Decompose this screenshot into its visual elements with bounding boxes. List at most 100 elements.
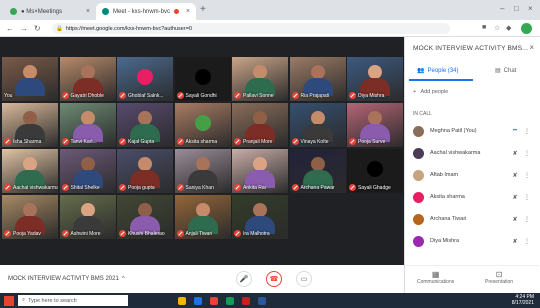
microphone-button[interactable]: 🎤 [236, 271, 252, 287]
close-tab-icon[interactable]: × [81, 8, 90, 15]
chrome-browser-icon[interactable] [210, 296, 218, 305]
edge-browser-icon[interactable] [194, 296, 202, 305]
participant-row[interactable]: Diya Mishra ✘ ⋮ [405, 231, 539, 251]
camera-permission-icon[interactable]: ■ [482, 24, 486, 31]
store-icon[interactable] [226, 296, 234, 305]
participant-tile[interactable]: Gayatri Dhoble [59, 57, 116, 101]
participant-name-text: Kajal Gupta [128, 138, 155, 145]
media-app-icon[interactable] [242, 296, 250, 305]
participant-row[interactable]: Archana Tiwari ✘ ⋮ [405, 209, 539, 229]
close-tab-icon[interactable]: × [181, 8, 190, 15]
maximize-icon[interactable]: □ [514, 4, 519, 13]
participant-tile[interactable]: Archana Pawar [289, 149, 346, 193]
lock-icon: 🔒 [56, 25, 63, 32]
participant-tile[interactable]: You [2, 57, 58, 101]
present-now-button[interactable]: ⊡ Presentation [485, 270, 513, 285]
new-tab-icon[interactable]: + [200, 4, 206, 15]
participant-name-text: Ghoblaf Salnk... [128, 92, 164, 99]
participant-tile[interactable]: Ghoblaf Salnk... [117, 57, 173, 101]
taskbar-clock[interactable]: 4:24 PM 8/17/2021 [512, 294, 534, 306]
participant-tile[interactable]: Aksita sharma [174, 103, 231, 147]
participant-name: Aksita sharma [176, 138, 217, 145]
muted-mic-icon [176, 184, 184, 191]
participant-avatar [367, 161, 383, 177]
participant-name-text: Gayatri Dhoble [70, 92, 104, 99]
participant-tile[interactable]: Ira Malhotra [232, 195, 288, 239]
participant-tile[interactable]: Pallavi Sonne [232, 57, 288, 101]
muted-mic-icon [176, 230, 184, 237]
browser-tab-meetings[interactable]: ● Ms×Meetings × [4, 3, 96, 20]
profile-avatar[interactable] [521, 23, 532, 34]
participant-tile[interactable]: Pranjali More [232, 103, 288, 147]
tab-people-label: People (34) [427, 67, 459, 74]
more-options-icon[interactable]: ⋮ [522, 150, 532, 157]
participant-name: Anjali Tiwari [176, 230, 212, 237]
participant-tile[interactable]: Pooja Yadav [2, 195, 58, 239]
chevron-up-icon[interactable]: ^ [122, 276, 125, 282]
camera-button[interactable]: ▭ [296, 271, 312, 287]
participant-name: Aachal vishwakarma [4, 184, 58, 191]
participant-name: Isha Sharma [4, 138, 41, 145]
mic-off-icon: ✘ [512, 150, 518, 157]
minimize-icon[interactable]: – [500, 4, 504, 13]
participant-tile[interactable]: Ashwini More [59, 195, 116, 239]
close-window-icon[interactable]: × [528, 4, 533, 13]
participant-row[interactable]: Aksita sharma ✘ ⋮ [405, 187, 539, 207]
more-options-icon[interactable]: ⋮ [522, 216, 532, 223]
browser-toolbar: ← → ↻ 🔒 https://meet.google.com/kxs-hnwm… [0, 20, 540, 37]
participant-name-text: Aachal vishwakarma [13, 184, 58, 191]
participant-tile[interactable]: Kajal Gupta [117, 103, 173, 147]
participant-tile[interactable]: Sayali Ghadge [347, 149, 403, 193]
taskbar-search-input[interactable]: ⌕ Type here to search [18, 295, 128, 306]
address-bar[interactable]: 🔒 https://meet.google.com/kxs-hnwm-bvc?a… [52, 23, 450, 34]
participant-tile[interactable]: Anjali Tiwari [174, 195, 231, 239]
participant-tile[interactable]: Shital Shelke [59, 149, 116, 193]
communications-button[interactable]: ▦ Communications [417, 270, 454, 285]
forward-icon[interactable]: → [20, 24, 28, 33]
participant-name: Pooja Surve [349, 138, 385, 145]
back-icon[interactable]: ← [6, 24, 14, 33]
participant-tile[interactable]: Pooja gupta [117, 149, 173, 193]
end-call-button[interactable]: ☎ [266, 271, 282, 287]
more-options-icon[interactable]: ⋮ [522, 194, 532, 201]
people-icon: 👥 [417, 68, 425, 74]
avatar [413, 235, 424, 247]
participant-tile[interactable]: Ankita Rai [232, 149, 288, 193]
participant-row[interactable]: Meghna Patil (You) •• ⋮ [405, 121, 539, 141]
reload-icon[interactable]: ↻ [34, 24, 41, 33]
participant-tile[interactable]: Saniya Khan [174, 149, 231, 193]
more-options-icon[interactable]: ⋮ [522, 172, 532, 179]
participant-row[interactable]: Aftab Imam ✘ ⋮ [405, 165, 539, 185]
bookmark-star-icon[interactable]: ☆ [494, 24, 500, 32]
browser-tab-meet[interactable]: Meet - kxs-hnwm-bvc × [96, 3, 196, 20]
participant-tile[interactable]: Aachal vishwakarma [2, 149, 58, 193]
participant-tile[interactable]: Khushi Bhalerao [117, 195, 173, 239]
tab-people[interactable]: 👥 People (34) [417, 67, 459, 75]
close-panel-icon[interactable]: × [529, 43, 534, 52]
file-explorer-icon[interactable] [178, 296, 186, 305]
participant-row[interactable]: Aachal vishwakarma ✘ ⋮ [405, 143, 539, 163]
extension-icon[interactable]: ◆ [506, 24, 511, 32]
participant-tile[interactable]: Ria Prajapati [289, 57, 346, 101]
start-menu-icon[interactable] [4, 295, 14, 306]
muted-mic-icon [234, 138, 241, 145]
participant-tile[interactable]: Diya Mishra [347, 57, 403, 101]
participant-name: Gayatri Dhoble [61, 92, 104, 99]
muted-mic-icon [61, 230, 69, 237]
participant-tile[interactable]: Sayali Gondhi [174, 57, 231, 101]
participant-name-text: Ashwini More [70, 230, 101, 237]
tab-label: Meet - kxs-hnwm-bvc [113, 8, 171, 15]
more-options-icon[interactable]: ⋮ [522, 128, 532, 135]
add-people-button[interactable]: + Add people [413, 89, 448, 95]
participant-avatar [194, 69, 211, 85]
participant-avatar [137, 69, 153, 85]
participant-tile[interactable]: Vinaya Kolte [289, 103, 346, 147]
participant-tile[interactable]: Pooja Surve [347, 103, 403, 147]
participant-tile[interactable]: Tanvi Karl... [59, 103, 116, 147]
meeting-title[interactable]: MOCK INTERVIEW ACTIVITY BMS 2021 [8, 276, 119, 282]
more-options-icon[interactable]: ⋮ [522, 238, 532, 245]
muted-mic-icon [349, 92, 356, 99]
participant-tile[interactable]: Isha Sharma [2, 103, 58, 147]
tab-chat[interactable]: ▤ Chat [495, 67, 516, 75]
word-app-icon[interactable] [258, 296, 266, 305]
